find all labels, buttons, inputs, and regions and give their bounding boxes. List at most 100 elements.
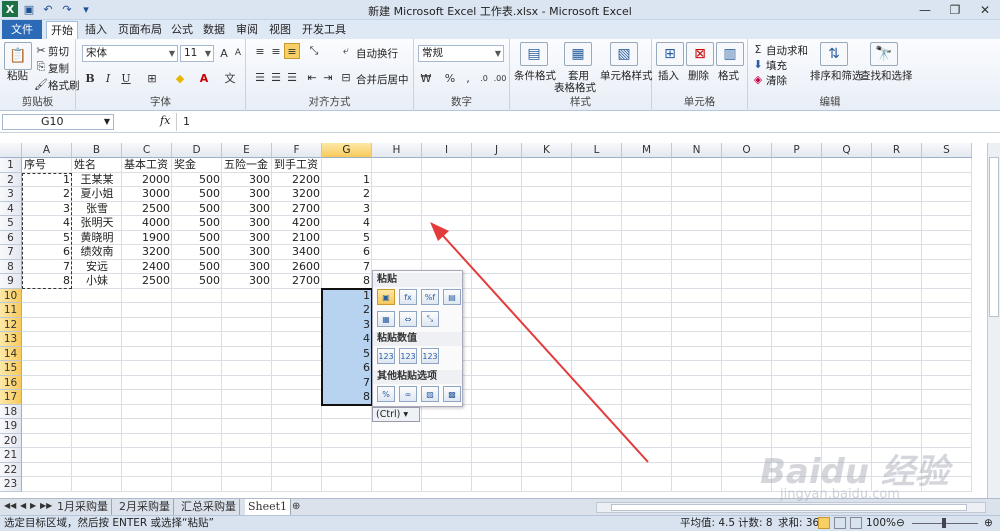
table-cell[interactable]: 2100 bbox=[272, 231, 322, 246]
grid-cell[interactable] bbox=[822, 158, 872, 173]
column-header-p[interactable]: P bbox=[772, 143, 822, 158]
minimize-icon[interactable]: — bbox=[910, 0, 940, 20]
grid-cell[interactable] bbox=[522, 433, 572, 448]
grid-cell[interactable] bbox=[722, 332, 772, 347]
paste-keep-column-width-icon[interactable]: ⇔ bbox=[399, 311, 417, 327]
clear-button[interactable]: 清除 bbox=[766, 73, 787, 88]
paste-no-borders-icon[interactable]: ▦ bbox=[377, 311, 395, 327]
grid-cell[interactable] bbox=[922, 259, 972, 274]
grid-cell[interactable] bbox=[622, 303, 672, 318]
grid-cell[interactable] bbox=[522, 375, 572, 390]
grid-cell[interactable] bbox=[472, 346, 522, 361]
grid-cell[interactable] bbox=[822, 187, 872, 202]
grid-cell[interactable] bbox=[572, 303, 622, 318]
table-cell[interactable]: 王某某 bbox=[72, 173, 122, 188]
grid-cell[interactable] bbox=[622, 216, 672, 231]
grid-cell[interactable] bbox=[822, 361, 872, 376]
row-header-20[interactable]: 20 bbox=[0, 433, 22, 448]
paste-picture-icon[interactable]: ▨ bbox=[421, 386, 439, 402]
grid-cell[interactable] bbox=[22, 448, 72, 463]
grid-cell[interactable] bbox=[822, 303, 872, 318]
format-painter-button[interactable]: 格式刷 bbox=[48, 78, 80, 93]
grid-cell[interactable] bbox=[222, 317, 272, 332]
grid-cell[interactable] bbox=[672, 404, 722, 419]
grid-cell[interactable] bbox=[922, 361, 972, 376]
table-cell[interactable]: 绩效南 bbox=[72, 245, 122, 260]
table-cell[interactable]: 500 bbox=[172, 231, 222, 246]
insert-cells-button[interactable]: 插入 bbox=[658, 68, 679, 83]
grid-cell[interactable] bbox=[272, 448, 322, 463]
grid-cell[interactable] bbox=[522, 419, 572, 434]
grid-cell[interactable] bbox=[672, 201, 722, 216]
next-sheet-icon[interactable]: ▶ bbox=[30, 501, 36, 510]
grid-cell[interactable] bbox=[22, 433, 72, 448]
grid-cell[interactable] bbox=[872, 419, 922, 434]
row-header-8[interactable]: 8 bbox=[0, 259, 22, 274]
grid-cell[interactable] bbox=[472, 274, 522, 289]
conditional-format-icon[interactable]: ▤ bbox=[520, 42, 548, 66]
grid-cell[interactable] bbox=[72, 303, 122, 318]
tab-view[interactable]: 视图 bbox=[266, 21, 294, 39]
column-header-r[interactable]: R bbox=[872, 143, 922, 158]
grid-cell[interactable] bbox=[72, 375, 122, 390]
grid-cell[interactable] bbox=[672, 332, 722, 347]
grid-cell[interactable] bbox=[522, 230, 572, 245]
grid-cell[interactable] bbox=[472, 404, 522, 419]
grid-cell[interactable] bbox=[922, 216, 972, 231]
grid-cell[interactable] bbox=[722, 404, 772, 419]
paste-values-icon[interactable]: 123 bbox=[377, 348, 395, 364]
grid-cell[interactable] bbox=[622, 346, 672, 361]
grid-cell[interactable] bbox=[672, 216, 722, 231]
number-format-select[interactable]: 常规 ▼ bbox=[418, 45, 504, 62]
table-cell[interactable]: 张明天 bbox=[72, 216, 122, 231]
column-header-c[interactable]: C bbox=[122, 143, 172, 158]
grid-cell[interactable] bbox=[122, 404, 172, 419]
underline-button[interactable]: U bbox=[118, 70, 134, 86]
grid-cell[interactable] bbox=[872, 288, 922, 303]
grid-cell[interactable] bbox=[472, 462, 522, 477]
grid-cell[interactable] bbox=[222, 346, 272, 361]
sheet-tab-2[interactable]: 2月采购量 bbox=[116, 499, 174, 515]
grid-cell[interactable] bbox=[772, 332, 822, 347]
grid-cell[interactable] bbox=[472, 172, 522, 187]
grid-cell[interactable] bbox=[822, 317, 872, 332]
grid-cell[interactable] bbox=[872, 361, 922, 376]
grid-cell[interactable] bbox=[572, 274, 622, 289]
grid-cell[interactable] bbox=[422, 448, 472, 463]
grid-cell[interactable] bbox=[172, 419, 222, 434]
grid-cell[interactable] bbox=[672, 375, 722, 390]
normal-view-icon[interactable] bbox=[818, 517, 830, 529]
grid-cell[interactable] bbox=[522, 158, 572, 173]
grid-cell[interactable] bbox=[472, 259, 522, 274]
grid-cell[interactable] bbox=[472, 433, 522, 448]
grid-cell[interactable] bbox=[122, 477, 172, 492]
grid-cell[interactable] bbox=[622, 259, 672, 274]
grid-cell[interactable] bbox=[222, 433, 272, 448]
grid-cell[interactable] bbox=[122, 419, 172, 434]
grid-cell[interactable] bbox=[422, 216, 472, 231]
align-center-icon[interactable]: ☰ bbox=[268, 69, 284, 85]
grid-cell[interactable] bbox=[872, 259, 922, 274]
table-cell[interactable]: 2500 bbox=[122, 274, 172, 289]
column-header-b[interactable]: B bbox=[72, 143, 122, 158]
paste-linked-picture-icon[interactable]: ▩ bbox=[443, 386, 461, 402]
grid-cell[interactable] bbox=[172, 361, 222, 376]
grid-cell[interactable] bbox=[872, 201, 922, 216]
grid-cell[interactable] bbox=[872, 332, 922, 347]
row-header-9[interactable]: 9 bbox=[0, 274, 22, 289]
grid-cell[interactable] bbox=[372, 187, 422, 202]
grid-cell[interactable] bbox=[272, 288, 322, 303]
grid-cell[interactable] bbox=[372, 245, 422, 260]
paste-values-source-format-icon[interactable]: 123 bbox=[421, 348, 439, 364]
align-top-icon[interactable]: ≡ bbox=[252, 43, 268, 59]
grid-cell[interactable] bbox=[772, 404, 822, 419]
table-cell[interactable]: 2700 bbox=[272, 274, 322, 289]
table-cell[interactable]: 2000 bbox=[122, 173, 172, 188]
grid-cell[interactable] bbox=[922, 172, 972, 187]
grid-cell[interactable] bbox=[522, 172, 572, 187]
find-select-button[interactable]: 查找和选择 bbox=[860, 68, 913, 83]
grid-cell[interactable] bbox=[22, 477, 72, 492]
table-cell[interactable]: 6 bbox=[22, 245, 72, 260]
autosum-button[interactable]: 自动求和 bbox=[766, 43, 808, 58]
grid-cell[interactable] bbox=[472, 419, 522, 434]
